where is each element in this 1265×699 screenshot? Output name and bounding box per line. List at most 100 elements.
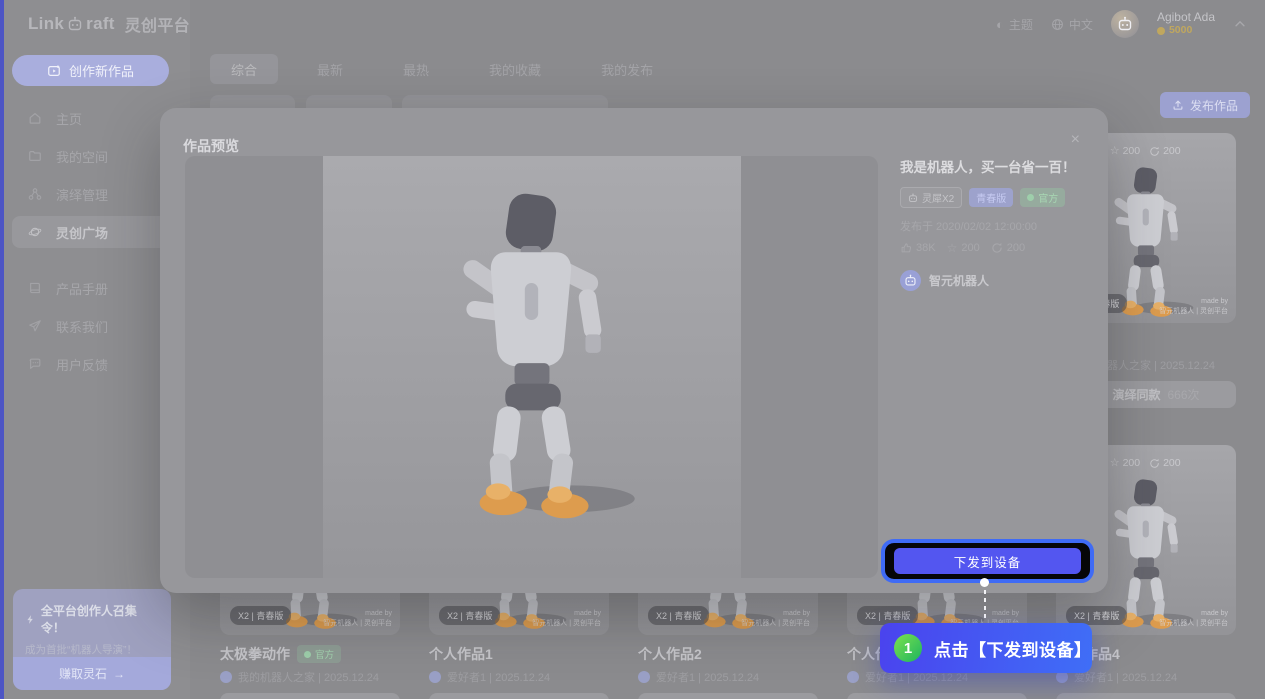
promo-subtitle: 成为首批“机器人导演”！	[25, 642, 159, 657]
card-title-row: 个人作品1 官方	[429, 645, 609, 663]
remix-button[interactable]: 演绎同款 666次	[1056, 693, 1236, 699]
tab-my-favorites[interactable]: 我的收藏	[468, 54, 562, 84]
star-icon: ☆	[947, 242, 958, 254]
official-medal-icon	[304, 651, 311, 658]
publish-work-button[interactable]: 发布作品	[1160, 92, 1250, 118]
user-info: Agibot Ada 5000	[1157, 11, 1215, 37]
watermark: made by智元机器人 | 灵创平台	[532, 609, 601, 629]
nodes-icon	[28, 187, 42, 201]
planet-icon	[28, 225, 42, 239]
share-icon	[991, 242, 1003, 254]
remix-button[interactable]: 演绎同款 666次	[429, 693, 609, 699]
tour-step-tooltip: 1 点击【下发到设备】	[880, 623, 1092, 673]
home-icon	[28, 111, 42, 125]
sidebar-item-performance-mgmt[interactable]: 演绎管理	[12, 178, 169, 210]
connector-dashed-line	[984, 590, 986, 622]
lightning-icon	[25, 614, 36, 625]
create-work-button[interactable]: 创作新作品	[12, 55, 169, 86]
card-meta: 我的机器人之家 | 2025.12.24	[220, 669, 400, 685]
globe-icon	[1051, 18, 1064, 31]
thumbs-up-icon	[900, 242, 912, 254]
card-title-row: 太极拳动作 官方	[220, 645, 400, 663]
card-title-row: 个人作品2 官方	[638, 645, 818, 663]
upload-icon	[1172, 99, 1184, 111]
author-mini-avatar	[847, 671, 859, 683]
video-frame	[323, 156, 741, 578]
author-avatar	[900, 270, 921, 291]
work-title: 我是机器人，买一台省一百！	[900, 156, 1092, 176]
earn-gems-button[interactable]: 赚取灵石 →	[13, 657, 171, 690]
theme-toggle[interactable]: ◐ 主题	[996, 16, 1033, 33]
tab-newest[interactable]: 最新	[296, 54, 364, 84]
chevron-up-icon[interactable]	[1233, 17, 1247, 31]
card-author-date: 我的机器人之家 | 2025.12.24	[238, 669, 379, 685]
robot-head-icon	[904, 274, 917, 287]
sidebar-item-user-feedback[interactable]: 用户反馈	[12, 348, 169, 380]
tab-comprehensive[interactable]: 综合	[210, 54, 278, 84]
card-author-date: 爱好者1 | 2025.12.24	[1074, 669, 1177, 685]
language-switcher[interactable]: 中文	[1051, 16, 1093, 33]
author-mini-avatar	[220, 671, 232, 683]
card-meta: 爱好者1 | 2025.12.24	[429, 669, 609, 685]
remix-button[interactable]: 演绎同款 666次	[847, 693, 1027, 699]
share-icon	[1149, 458, 1160, 469]
official-medal-icon	[1027, 194, 1034, 201]
sidebar-item-contact-us[interactable]: 联系我们	[12, 310, 169, 342]
model-tag: 灵犀X2	[900, 187, 962, 208]
modal-title: 作品预览	[183, 136, 239, 156]
watermark: made by智元机器人 | 灵创平台	[323, 609, 392, 629]
connector-dot	[980, 578, 989, 587]
sidebar-item-my-space[interactable]: 我的空间	[12, 140, 169, 172]
watermark: made by智元机器人 | 灵创平台	[741, 609, 810, 629]
model-badge: X2 | 青春版	[230, 606, 291, 625]
video-player: ▶ 01:23 03:23	[185, 156, 878, 578]
sidebar-item-product-manual[interactable]: 产品手册	[12, 272, 169, 304]
model-badge: X2 | 青春版	[648, 606, 709, 625]
deploy-button-highlight: 下发到设备	[881, 539, 1094, 583]
work-preview-modal: 作品预览 × ▶ 01:23 03:23 我是机器人，买一台省一百！ 灵犀X2 …	[160, 108, 1108, 593]
likes-stat[interactable]: 38K	[900, 242, 936, 254]
edition-tag: 青春版	[969, 188, 1013, 207]
tab-hottest[interactable]: 最热	[382, 54, 450, 84]
sidebar-item-home[interactable]: 主页	[12, 102, 169, 134]
coin-amount: 5000	[1169, 25, 1192, 37]
star-icon: ☆	[1110, 146, 1120, 157]
sidebar-item-creation-plaza[interactable]: 灵创广场	[12, 216, 169, 248]
work-author[interactable]: 智元机器人	[900, 270, 1092, 291]
left-accent-strip	[0, 0, 4, 699]
user-coins: 5000	[1157, 25, 1215, 37]
robot-head-icon	[908, 193, 918, 203]
remix-label: 演绎同款	[1112, 386, 1160, 403]
brand-logo[interactable]: Link raft 灵创平台	[28, 12, 190, 36]
work-tags: 灵犀X2 青春版 官方	[900, 187, 1092, 208]
creator-promo-card: 全平台创作人召集令！ 成为首批“机器人导演”！ 赚取灵石 →	[13, 589, 171, 690]
step-number-badge: 1	[894, 634, 922, 662]
author-mini-avatar	[638, 671, 650, 683]
deploy-to-device-button[interactable]: 下发到设备	[894, 548, 1081, 574]
sidebar-nav: 主页 我的空间 演绎管理 灵创广场 产品手册 联系我们	[12, 102, 169, 386]
brand-suffix: raft	[86, 14, 115, 34]
app-root: Link raft 灵创平台 ◐ 主题 中文 Agibot Ada 5000	[0, 0, 1265, 699]
coin-icon	[1157, 27, 1165, 35]
card-author-date: 爱好者1 | 2025.12.24	[656, 669, 759, 685]
robot-figure	[419, 188, 645, 528]
share-icon	[1149, 146, 1160, 157]
theme-label: 主题	[1009, 16, 1033, 33]
card-author-date: 爱好者1 | 2025.12.24	[447, 669, 550, 685]
work-stats: 38K ☆ 200 200	[900, 242, 1092, 254]
official-tag: 官方	[1020, 188, 1065, 207]
tab-my-posts[interactable]: 我的发布	[580, 54, 674, 84]
paper-plane-icon	[28, 319, 42, 333]
publish-date: 发布于 2020/02/02 12:00:00	[900, 218, 1092, 234]
card-title: 个人作品1	[429, 644, 493, 664]
remix-button[interactable]: 演绎同款 666次	[638, 693, 818, 699]
author-mini-avatar	[429, 671, 441, 683]
stars-stat[interactable]: ☆ 200	[947, 242, 980, 254]
remix-button[interactable]: 演绎同款 666次	[220, 693, 400, 699]
watermark: made by智元机器人 | 灵创平台	[1159, 297, 1228, 317]
close-icon[interactable]: ×	[1071, 132, 1080, 148]
sort-tabs: 综合 最新 最热 我的收藏 我的发布	[210, 54, 692, 84]
user-avatar[interactable]	[1111, 10, 1139, 38]
shares-stat[interactable]: 200	[991, 242, 1025, 254]
theme-icon: ◐	[996, 18, 1004, 31]
